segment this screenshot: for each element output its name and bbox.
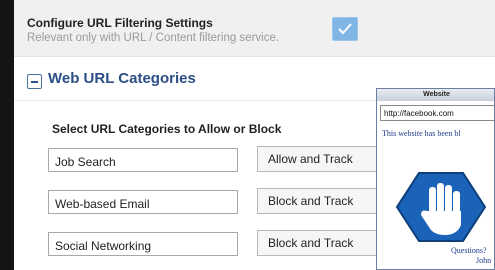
action-select-web-email[interactable]: Block and Track [257, 188, 387, 214]
config-row: Configure URL Filtering Settings Relevan… [14, 0, 495, 57]
config-subtitle: Relevant only with URL / Content filteri… [27, 32, 280, 44]
popup-title: Website [377, 89, 494, 101]
popup-url-field[interactable]: http://facebook.com [380, 105, 494, 121]
select-categories-label: Select URL Categories to Allow or Block [52, 122, 282, 136]
popup-contact: John [476, 256, 492, 265]
category-field-job-search[interactable]: Job Search [48, 148, 238, 172]
category-field-social-networking[interactable]: Social Networking [48, 232, 238, 256]
url-filtering-checkbox[interactable] [332, 17, 358, 41]
config-title: Configure URL Filtering Settings [27, 16, 213, 30]
checkmark-icon [338, 23, 352, 35]
collapse-toggle-icon[interactable] [27, 74, 42, 89]
popup-blocked-message: This website has been bl [382, 129, 461, 138]
section-title: Web URL Categories [48, 70, 196, 87]
action-select-social-networking[interactable]: Block and Track [257, 230, 387, 256]
category-field-web-email[interactable]: Web-based Email [48, 190, 238, 214]
popup-questions: Questions? [451, 246, 487, 255]
action-select-job-search[interactable]: Allow and Track [257, 146, 387, 172]
blocked-website-popup: Website http://facebook.com This website… [376, 88, 495, 270]
